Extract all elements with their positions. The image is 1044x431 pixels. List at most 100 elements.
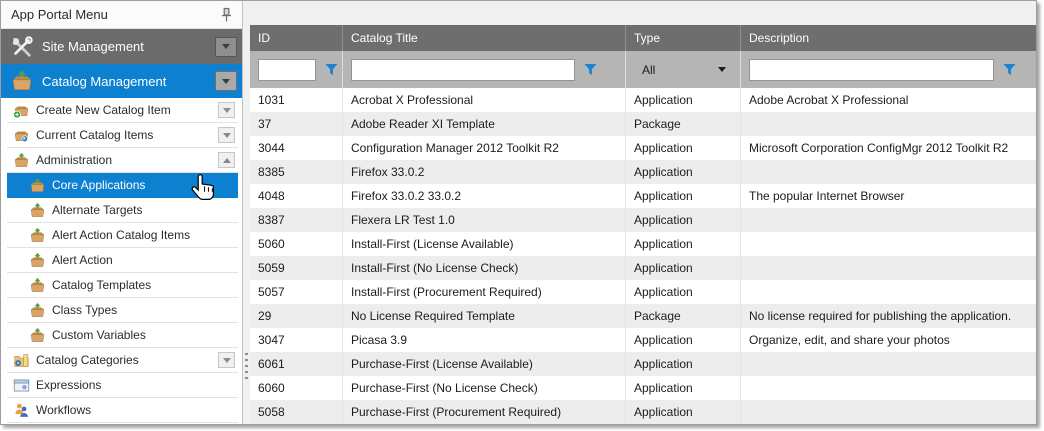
sidebar-tree: Create New Catalog Item Current Catalog I…: [1, 98, 238, 423]
sidebar-item-label: Expressions: [36, 378, 101, 392]
cell-title: Picasa 3.9: [342, 328, 625, 352]
sidebar-item-class-types[interactable]: Class Types: [7, 298, 238, 323]
cell-type: Package: [625, 304, 740, 328]
column-header-type[interactable]: Type: [625, 25, 740, 51]
sidebar-item-expressions[interactable]: Expressions: [7, 373, 238, 398]
cell-description: No license required for publishing the a…: [740, 304, 1037, 328]
table-row[interactable]: 6060Purchase-First (No License Check)App…: [250, 376, 1037, 400]
sidebar-header: App Portal Menu: [1, 1, 242, 29]
table-row[interactable]: 8387Flexera LR Test 1.0Application: [250, 208, 1037, 232]
cell-description: [740, 232, 1037, 256]
cell-description: [740, 280, 1037, 304]
table-row[interactable]: 5060Install-First (License Available)App…: [250, 232, 1037, 256]
collapse-button[interactable]: [218, 152, 235, 168]
table-row[interactable]: 3044Configuration Manager 2012 Toolkit R…: [250, 136, 1037, 160]
cell-description: [740, 256, 1037, 280]
cell-id: 4048: [250, 184, 342, 208]
table-body: 1031Acrobat X ProfessionalApplicationAdo…: [250, 88, 1037, 424]
filter-funnel-icon[interactable]: [325, 63, 338, 76]
title-filter-input[interactable]: [351, 59, 575, 81]
column-header-id[interactable]: ID: [250, 25, 342, 51]
table-row[interactable]: 5059Install-First (No License Check)Appl…: [250, 256, 1037, 280]
table-row[interactable]: 37Adobe Reader XI TemplatePackage: [250, 112, 1037, 136]
table-row[interactable]: 4048Firefox 33.0.2 33.0.2ApplicationThe …: [250, 184, 1037, 208]
cell-title: Acrobat X Professional: [342, 88, 625, 112]
expression-window-icon: [13, 377, 30, 394]
expand-button[interactable]: [218, 102, 235, 118]
description-filter-input[interactable]: [749, 59, 994, 81]
sidebar-item-alert-action[interactable]: Alert Action: [7, 248, 238, 273]
sidebar-item-catalog-categories[interactable]: Catalog Categories: [7, 348, 238, 373]
sidebar-item-label: Administration: [36, 153, 112, 167]
cell-description: [740, 208, 1037, 232]
table-row[interactable]: 6061Purchase-First (License Available)Ap…: [250, 352, 1037, 376]
expand-button[interactable]: [218, 127, 235, 143]
cell-title: Purchase-First (License Available): [342, 352, 625, 376]
table-row[interactable]: 3047Picasa 3.9ApplicationOrganize, edit,…: [250, 328, 1037, 352]
sidebar-item-administration[interactable]: Administration: [7, 148, 238, 173]
sidebar-item-alternate-targets[interactable]: Alternate Targets: [7, 198, 238, 223]
catalog-box-icon: [13, 152, 30, 169]
sidebar-item-label: Current Catalog Items: [36, 128, 153, 142]
chevron-down-icon: [718, 67, 726, 72]
sidebar-item-label: Custom Variables: [52, 328, 146, 342]
app-window: App Portal Menu Site Management: [0, 0, 1037, 425]
sidebar-section-label: Catalog Management: [42, 74, 215, 89]
cell-id: 8387: [250, 208, 342, 232]
table-row[interactable]: 5057Install-First (Procurement Required)…: [250, 280, 1037, 304]
chevron-down-button[interactable]: [215, 37, 237, 57]
cell-type: Application: [625, 352, 740, 376]
sidebar-item-create-new-catalog-item[interactable]: Create New Catalog Item: [7, 98, 238, 123]
sidebar-item-alert-action-catalog-items[interactable]: Alert Action Catalog Items: [7, 223, 238, 248]
sidebar-item-label: Alert Action Catalog Items: [52, 228, 190, 242]
title-filter-cell: [342, 51, 625, 88]
sidebar-item-workflows[interactable]: Workflows: [7, 398, 238, 423]
column-header-catalog-title[interactable]: Catalog Title: [342, 25, 625, 51]
cell-description: [740, 400, 1037, 424]
cell-id: 3047: [250, 328, 342, 352]
cell-type: Application: [625, 208, 740, 232]
cell-id: 5060: [250, 232, 342, 256]
sidebar-item-current-catalog-items[interactable]: Current Catalog Items: [7, 123, 238, 148]
sidebar-item-label: Alternate Targets: [52, 203, 143, 217]
cell-title: Install-First (Procurement Required): [342, 280, 625, 304]
table-row[interactable]: 5058Purchase-First (Procurement Required…: [250, 400, 1037, 424]
cell-description: [740, 376, 1037, 400]
table-row[interactable]: 1031Acrobat X ProfessionalApplicationAdo…: [250, 88, 1037, 112]
cell-id: 5058: [250, 400, 342, 424]
cell-description: Adobe Acrobat X Professional: [740, 88, 1037, 112]
expand-button[interactable]: [218, 352, 235, 368]
cell-id: 5059: [250, 256, 342, 280]
splitter-grip-icon: [245, 353, 248, 379]
filter-funnel-icon[interactable]: [1003, 63, 1016, 76]
sidebar-section-catalog-management[interactable]: Catalog Management: [1, 64, 242, 98]
pin-icon[interactable]: [218, 6, 234, 24]
column-header-description[interactable]: Description: [740, 25, 1037, 51]
sidebar-item-core-applications[interactable]: Core Applications: [7, 173, 238, 198]
sidebar-title: App Portal Menu: [11, 7, 218, 22]
catalog-box-icon: [29, 202, 46, 219]
table-row[interactable]: 29No License Required TemplatePackageNo …: [250, 304, 1037, 328]
catalog-box-icon: [29, 327, 46, 344]
type-filter-select[interactable]: All: [634, 63, 740, 77]
chevron-down-button[interactable]: [215, 71, 237, 91]
sidebar-section-site-management[interactable]: Site Management: [1, 29, 242, 64]
sidebar-item-label: Create New Catalog Item: [36, 103, 171, 117]
cell-title: No License Required Template: [342, 304, 625, 328]
sidebar-section-label: Site Management: [42, 39, 215, 54]
cell-type: Application: [625, 88, 740, 112]
cell-title: Install-First (License Available): [342, 232, 625, 256]
cell-type: Application: [625, 376, 740, 400]
description-filter-cell: [740, 51, 1037, 88]
catalog-box-icon: [29, 227, 46, 244]
sidebar-item-custom-variables[interactable]: Custom Variables: [7, 323, 238, 348]
catalog-box-icon: [29, 277, 46, 294]
sidebar-item-catalog-templates[interactable]: Catalog Templates: [7, 273, 238, 298]
catalog-box-icon: [29, 177, 46, 194]
filter-funnel-icon[interactable]: [584, 63, 597, 76]
cell-title: Flexera LR Test 1.0: [342, 208, 625, 232]
id-filter-input[interactable]: [258, 59, 316, 81]
sidebar-item-label: Workflows: [36, 403, 91, 417]
table-row[interactable]: 8385Firefox 33.0.2Application: [250, 160, 1037, 184]
cell-description: Microsoft Corporation ConfigMgr 2012 Too…: [740, 136, 1037, 160]
